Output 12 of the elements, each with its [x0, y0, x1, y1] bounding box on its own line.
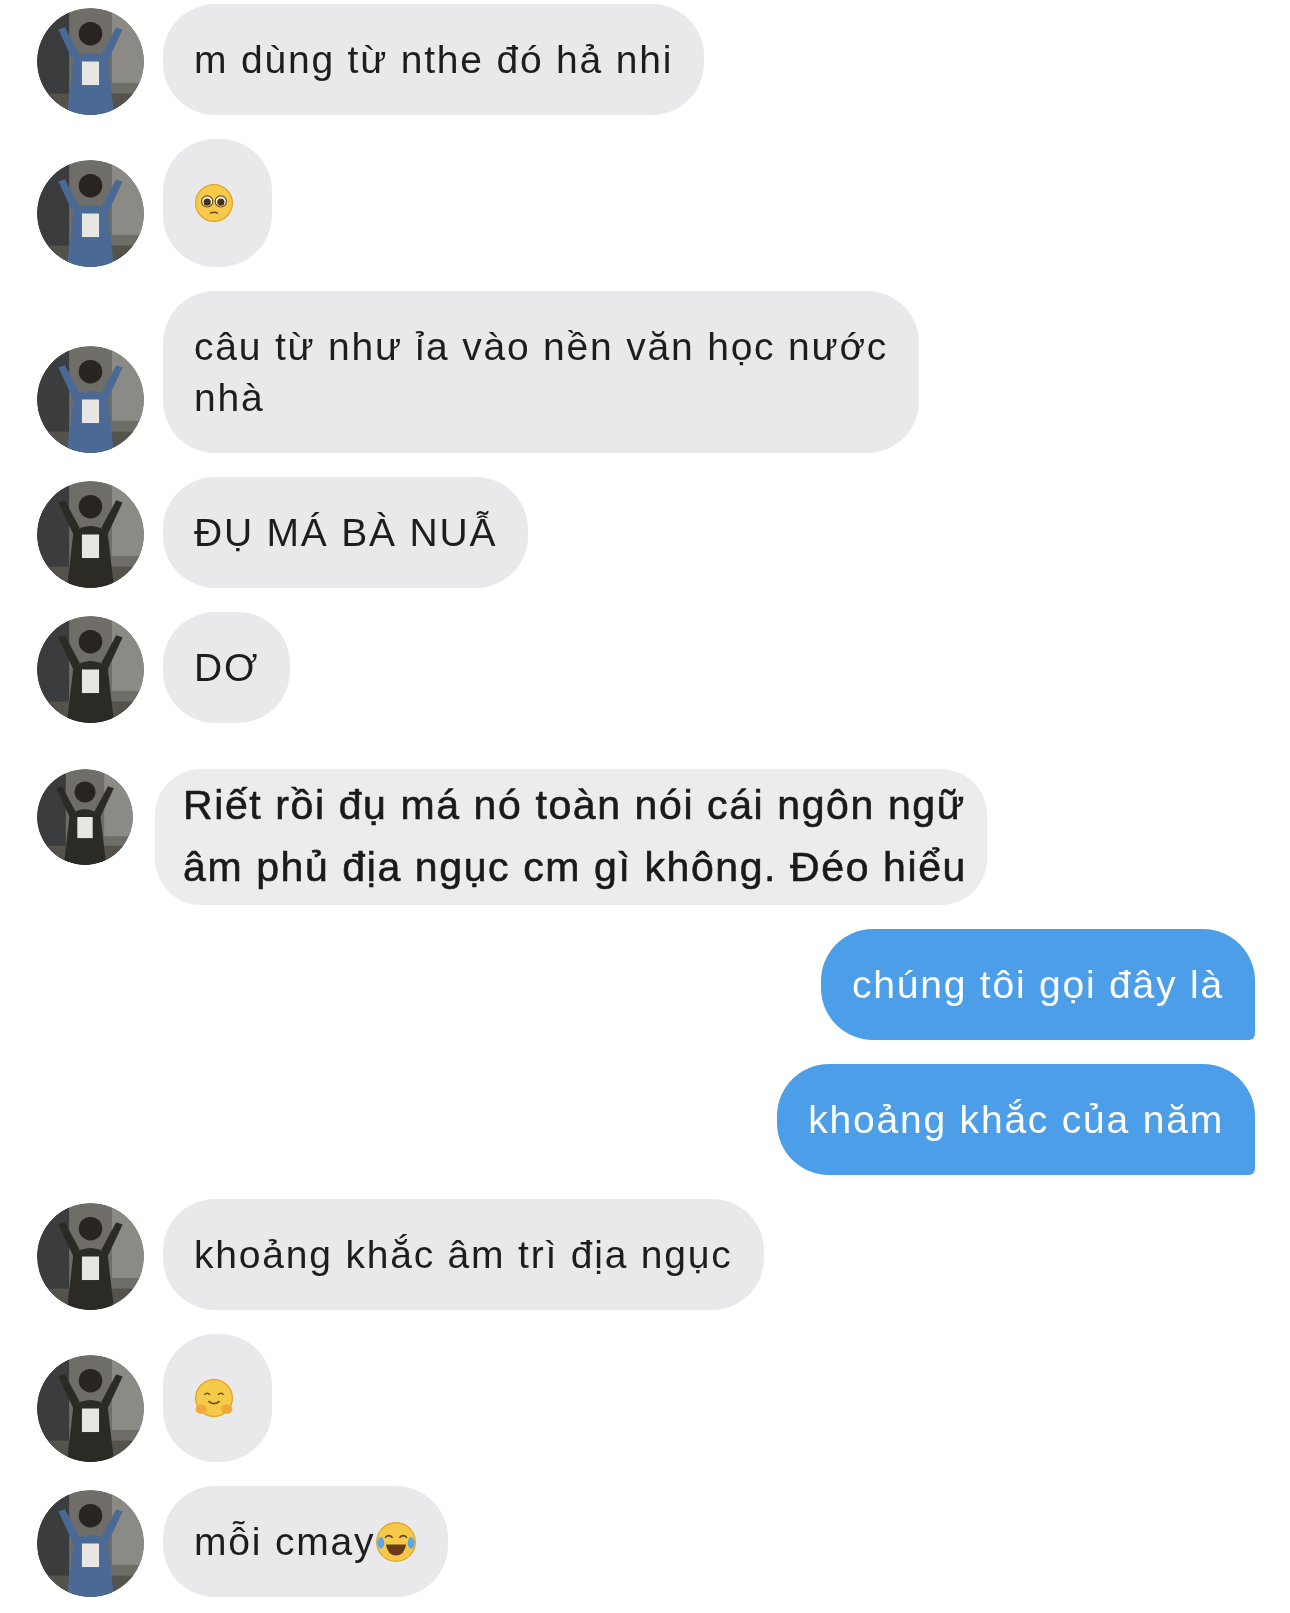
message-bubble: m dùng từ nthe đó hả nhi	[163, 4, 705, 115]
message-bubble: khoảng khắc của năm	[777, 1064, 1255, 1175]
message-text: mỗi cmay	[194, 1519, 376, 1565]
message-bubble: khoảng khắc âm trì địa ngục	[163, 1199, 764, 1310]
pleading-emoji-icon	[194, 183, 234, 223]
hugging-emoji-icon	[194, 1378, 234, 1418]
laughing-emoji-icon	[375, 1520, 418, 1563]
message-bubble: câu từ như ỉa vào nền văn học nước nhà	[163, 291, 920, 453]
message-bubble: Riết rồi đụ má nó toàn nói cái ngôn ngữ âm phủ địa ngục cm gì không. Đéo hiểu	[155, 769, 987, 905]
message-bubble: chúng tôi gọi đây là	[820, 929, 1255, 1040]
message-bubble: ĐỤ MÁ BÀ NUẪ	[163, 477, 529, 588]
message-bubble: DƠ	[163, 612, 291, 723]
